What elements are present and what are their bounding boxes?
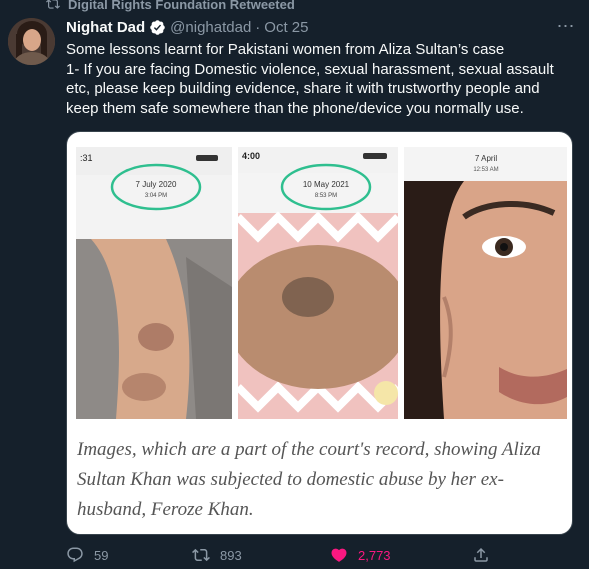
status-bar-time: :31	[80, 153, 93, 163]
status-bar-time: 4:00	[242, 151, 260, 161]
tweet-actions: 59 893 2,773	[66, 544, 496, 566]
author-handle[interactable]: @nighatdad	[170, 19, 251, 36]
tweet-text-line: etc, please keep building evidence, shar…	[66, 80, 540, 97]
like-button[interactable]: 2,773	[330, 544, 391, 566]
caption-line: Images, which are a part of the court's …	[77, 439, 541, 460]
tweet-text-line: 1- If you are facing Domestic violence, …	[66, 60, 554, 78]
tweet-date[interactable]: Oct 25	[264, 19, 308, 36]
reply-count: 59	[94, 547, 109, 563]
header-separator: ·	[255, 18, 261, 36]
tweet-text: Some lessons learnt for Pakistani women …	[66, 40, 571, 118]
tweet-media[interactable]: :31 7 July 2020 3:04 PM 4:00 10 May 2021…	[66, 131, 573, 535]
tweet-text-line: Some lessons learnt for Pakistani women …	[66, 41, 505, 58]
evidence-photo-2[interactable]: 4:00 10 May 2021 8:53 PM	[238, 147, 398, 419]
share-button[interactable]	[472, 544, 490, 566]
author-name[interactable]: Nighat Dad	[66, 19, 145, 36]
avatar-image	[8, 18, 55, 65]
retweet-context-label: Digital Rights Foundation Retweeted	[68, 0, 295, 12]
reply-button[interactable]: 59	[66, 544, 108, 566]
caption-line: Sultan Khan was subjected to domestic ab…	[77, 469, 504, 490]
retweet-context[interactable]: Digital Rights Foundation Retweeted	[46, 0, 295, 12]
media-caption: Images, which are a part of the court's …	[77, 435, 567, 525]
retweet-button[interactable]: 893	[192, 544, 242, 566]
caption-line: husband, Feroze Khan.	[77, 499, 254, 520]
photo-time: 8:53 PM	[315, 193, 337, 199]
tweet-header: Nighat Dad @nighatdad · Oct 25	[66, 16, 308, 38]
evidence-photo-3[interactable]: 7 April 12:53 AM	[404, 147, 567, 419]
like-count: 2,773	[358, 547, 391, 563]
photo-date: 7 April	[475, 154, 497, 163]
heart-filled-icon	[331, 548, 347, 562]
share-icon	[474, 547, 488, 562]
author-avatar[interactable]	[8, 18, 55, 65]
photo-time: 3:04 PM	[145, 193, 167, 199]
verified-badge-icon	[150, 19, 165, 35]
photo-date: 10 May 2021	[303, 180, 350, 189]
retweet-icon	[192, 548, 210, 562]
retweet-icon	[46, 0, 60, 9]
photo-date: 7 July 2020	[136, 180, 177, 189]
tweet-text-line: keep them safe somewhere than the phone/…	[66, 99, 524, 117]
retweet-count: 893	[220, 547, 242, 563]
photo-time: 12:53 AM	[473, 167, 498, 173]
evidence-photo-1[interactable]: :31 7 July 2020 3:04 PM	[76, 147, 232, 419]
reply-icon	[67, 547, 83, 563]
more-options-icon[interactable]: ⋯	[555, 16, 577, 36]
